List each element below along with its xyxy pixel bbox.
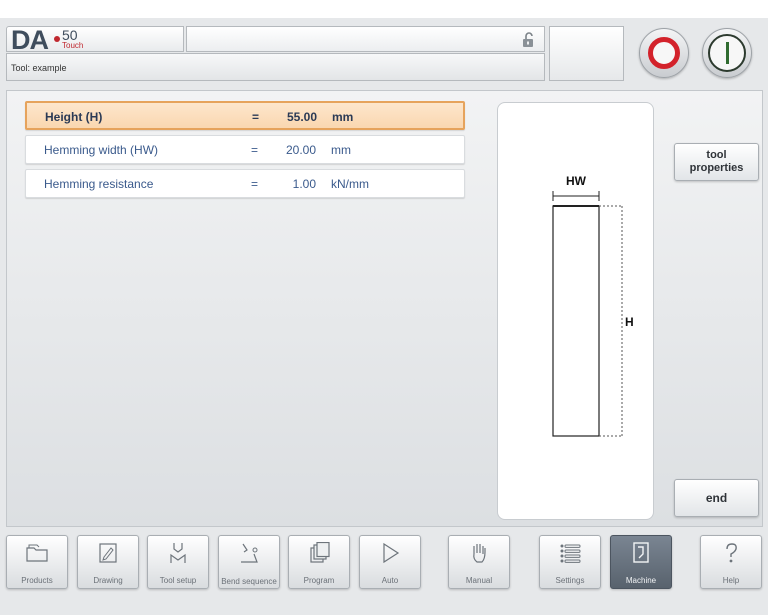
tool-body bbox=[552, 205, 600, 437]
param-equals: = bbox=[251, 177, 259, 191]
nav-label: Manual bbox=[465, 576, 493, 585]
tool-preview: HW H bbox=[497, 102, 654, 520]
nav-manual[interactable]: Manual bbox=[448, 535, 510, 589]
nav-label: Help bbox=[722, 576, 740, 585]
start-icon-bar bbox=[726, 42, 729, 64]
folder-icon bbox=[26, 544, 48, 562]
hw-label: HW bbox=[566, 174, 587, 188]
bend-sequence-icon bbox=[241, 543, 258, 563]
logo-dot bbox=[54, 36, 60, 42]
nav-tool-setup[interactable]: Tool setup bbox=[147, 535, 209, 589]
settings-list-icon bbox=[560, 544, 581, 563]
nav-program[interactable]: Program bbox=[288, 535, 350, 589]
nav-label: Program bbox=[303, 576, 335, 585]
nav-help[interactable]: Help bbox=[700, 535, 762, 589]
param-value: 1.00 bbox=[292, 177, 316, 191]
param-equals: = bbox=[251, 143, 259, 157]
nav-label: Auto bbox=[381, 576, 399, 585]
param-unit: kN/mm bbox=[331, 177, 369, 191]
logo-variant: Touch bbox=[62, 41, 84, 50]
unlocked-padlock-icon[interactable] bbox=[522, 32, 536, 48]
nav-label: Settings bbox=[555, 576, 585, 585]
param-label: Hemming width (HW) bbox=[44, 143, 159, 157]
tool-setup-icon bbox=[170, 543, 186, 563]
nav-machine[interactable]: Machine bbox=[610, 535, 672, 589]
nav-label: Drawing bbox=[93, 576, 123, 585]
h-label: H bbox=[625, 315, 634, 329]
end-button[interactable]: end bbox=[674, 479, 759, 517]
nav-bend-sequence[interactable]: Bend sequence bbox=[218, 535, 280, 589]
param-unit: mm bbox=[331, 143, 351, 157]
nav-settings[interactable]: Settings bbox=[539, 535, 601, 589]
info-bar: Tool: example bbox=[6, 53, 545, 81]
nav-drawing[interactable]: Drawing bbox=[77, 535, 139, 589]
title-field[interactable] bbox=[186, 26, 545, 52]
hand-icon bbox=[473, 544, 486, 563]
stop-button[interactable] bbox=[639, 28, 689, 78]
start-icon bbox=[708, 34, 746, 72]
info-text: Tool: example bbox=[11, 63, 67, 73]
program-icon bbox=[310, 542, 330, 563]
param-row-height[interactable]: Height (H) = 55.00 mm bbox=[25, 101, 465, 130]
stop-icon bbox=[648, 37, 680, 69]
play-icon bbox=[383, 542, 400, 564]
help-icon bbox=[726, 543, 737, 563]
tool-properties-button[interactable]: tool properties bbox=[674, 143, 759, 181]
tool-properties-label-2: properties bbox=[689, 162, 744, 174]
logo-model: 50 bbox=[62, 27, 78, 43]
nav-label: Products bbox=[21, 576, 53, 585]
param-value: 20.00 bbox=[285, 143, 316, 157]
app-window: DA 50 Touch Tool: example Height (H) = 5… bbox=[0, 18, 768, 615]
param-equals: = bbox=[252, 110, 260, 124]
pencil-icon bbox=[99, 543, 117, 563]
nav-products[interactable]: Products bbox=[6, 535, 68, 589]
nav-label: Tool setup bbox=[159, 576, 197, 585]
main-panel: Height (H) = 55.00 mm Hemming width (HW)… bbox=[6, 90, 763, 527]
nav-label: Machine bbox=[625, 576, 657, 585]
param-row-hemming-resistance[interactable]: Hemming resistance = 1.00 kN/mm bbox=[25, 169, 465, 198]
tool-drawing: HW H bbox=[552, 174, 634, 437]
tool-properties-label-1: tool bbox=[706, 149, 727, 161]
header-empty-button[interactable] bbox=[549, 26, 624, 81]
nav-label: Bend sequence bbox=[221, 577, 277, 586]
param-label: Height (H) bbox=[45, 110, 103, 124]
logo-brand: DA bbox=[11, 25, 49, 55]
param-value: 55.00 bbox=[286, 110, 317, 124]
brand-logo: DA 50 Touch bbox=[6, 25, 184, 55]
nav-auto[interactable]: Auto bbox=[359, 535, 421, 589]
param-label: Hemming resistance bbox=[44, 177, 154, 191]
machine-icon bbox=[633, 542, 649, 563]
param-unit: mm bbox=[332, 110, 354, 124]
param-row-hemming-width[interactable]: Hemming width (HW) = 20.00 mm bbox=[25, 135, 465, 164]
start-button[interactable] bbox=[702, 28, 752, 78]
